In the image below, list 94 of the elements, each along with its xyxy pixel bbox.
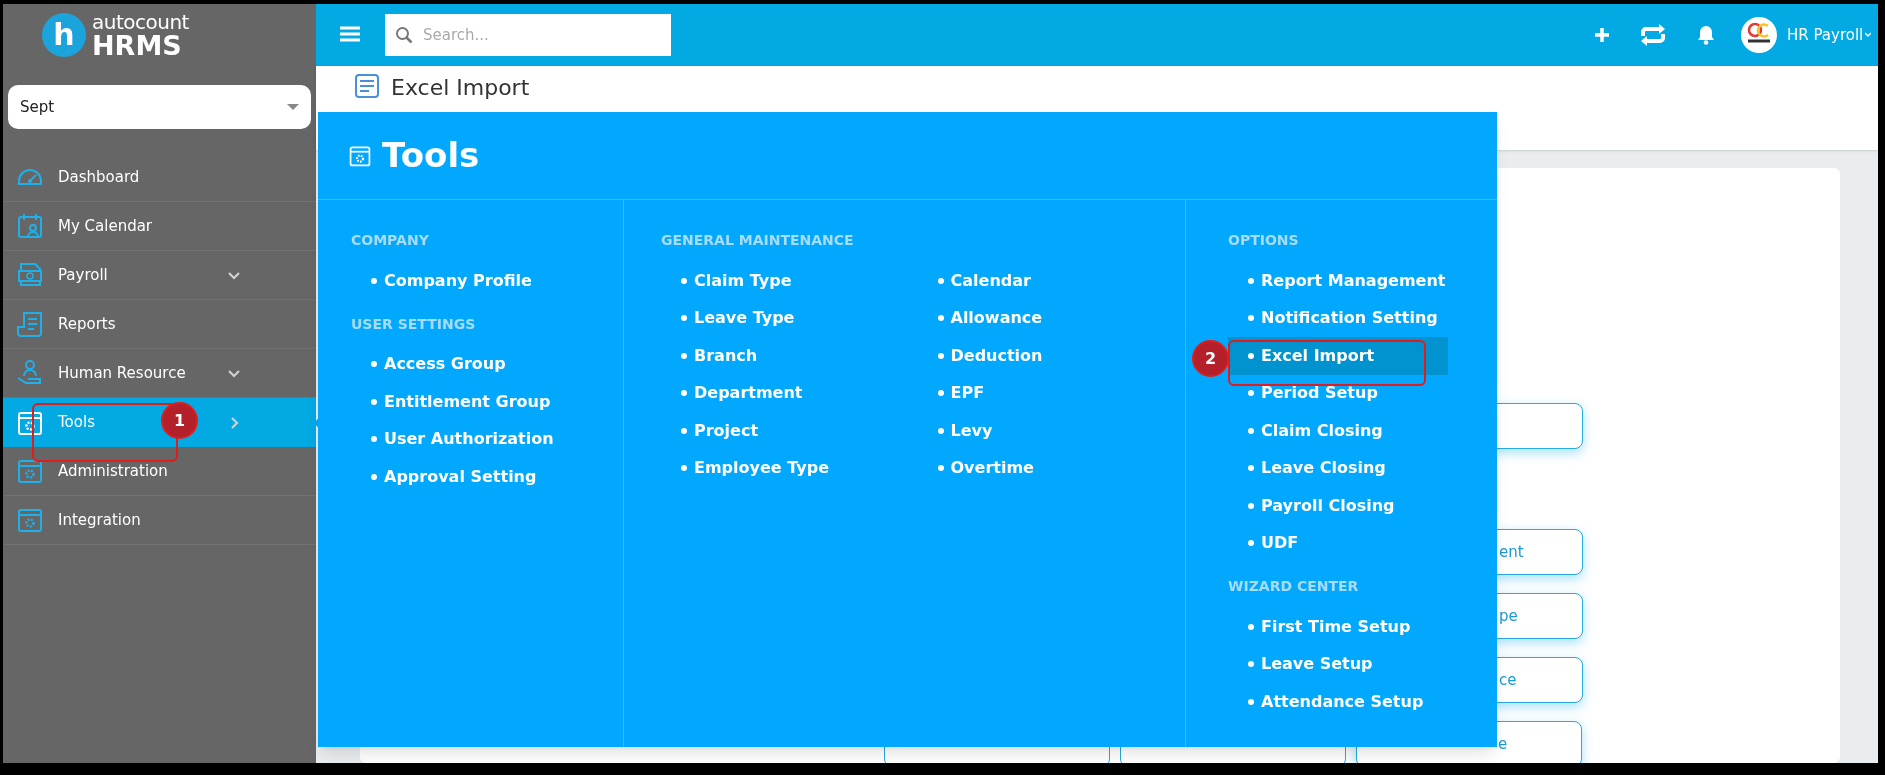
bullet-icon <box>937 277 944 284</box>
menu-link[interactable]: Calendar <box>917 262 1131 300</box>
menu-link[interactable]: Leave Closing <box>1228 449 1448 487</box>
menu-link[interactable]: Attendance Setup <box>1228 683 1448 721</box>
calendar-person-icon <box>16 212 44 240</box>
menu-link[interactable]: Branch <box>661 337 918 375</box>
menu-button[interactable] <box>340 26 362 44</box>
bullet-icon <box>371 473 377 480</box>
bullet-icon <box>1248 315 1254 322</box>
menu-link[interactable]: Allowance <box>917 299 1131 337</box>
menu-link[interactable]: Leave Setup <box>1228 645 1448 683</box>
bullet-icon <box>371 277 377 284</box>
bullet-icon <box>1248 465 1254 472</box>
dropdown-caret-icon <box>287 104 299 110</box>
logo-mark: h <box>42 13 86 57</box>
menu-link[interactable]: Claim Type <box>661 262 918 300</box>
menu-link[interactable]: EPF <box>917 374 1131 412</box>
search-icon <box>395 26 413 44</box>
bullet-icon <box>371 436 377 443</box>
menu-link[interactable]: Entitlement Group <box>351 383 623 421</box>
menu-link[interactable]: Levy <box>917 412 1131 450</box>
notifications-button[interactable] <box>1697 25 1715 45</box>
bullet-icon <box>681 390 687 397</box>
menu-link[interactable]: Deduction <box>917 337 1131 375</box>
bullet-icon <box>1248 502 1254 509</box>
section-heading: OPTIONS <box>1228 231 1300 250</box>
product-name: HRMS <box>92 31 183 59</box>
menu-icon <box>340 26 360 42</box>
search-field[interactable]: Search... <box>385 14 671 56</box>
bullet-icon <box>681 352 687 359</box>
sidebar-item[interactable]: My Calendar <box>3 202 316 251</box>
bullet-icon <box>937 427 944 434</box>
window-gear-icon <box>16 506 44 534</box>
bullet-icon <box>1248 698 1254 705</box>
menu-link[interactable]: Access Group <box>351 345 623 383</box>
sidebar-item[interactable]: Dashboard <box>3 153 316 202</box>
add-button[interactable] <box>1595 28 1609 42</box>
menu-link[interactable]: Period Setup <box>1228 374 1448 412</box>
sidebar-item[interactable]: Administration <box>3 447 316 496</box>
menu-link[interactable]: Claim Closing <box>1228 412 1448 450</box>
repeat-icon <box>1639 23 1667 47</box>
menu-link[interactable]: Leave Type <box>661 299 918 337</box>
bullet-icon <box>1248 277 1254 284</box>
section-heading: WIZARD CENTER <box>1228 577 1360 596</box>
bullet-icon <box>681 465 687 472</box>
period-select[interactable]: Sept <box>8 85 311 129</box>
document-icon <box>16 310 44 338</box>
caret-icon <box>1865 30 1872 40</box>
bullet-icon <box>681 427 687 434</box>
bullet-icon <box>1248 352 1254 359</box>
section-heading: USER SETTINGS <box>351 314 477 334</box>
menu-link[interactable]: Company Profile <box>351 262 623 300</box>
bullet-icon <box>937 352 944 359</box>
menu-link[interactable]: Excel Import <box>1228 337 1448 375</box>
bullet-icon <box>371 361 377 368</box>
menu-link[interactable]: Project <box>661 412 918 450</box>
section-heading: GENERAL MAINTENANCE <box>661 231 855 250</box>
bullet-icon <box>937 390 944 397</box>
user-menu[interactable]: HR Payroll <box>1787 23 1878 47</box>
window-gear-icon <box>16 457 44 485</box>
menu-link[interactable]: Approval Setting <box>351 458 623 496</box>
bullet-icon <box>681 277 687 284</box>
menu-link[interactable]: Payroll Closing <box>1228 487 1448 525</box>
brand-name: autocount <box>92 11 189 32</box>
plus-icon <box>1595 28 1609 42</box>
sync-button[interactable] <box>1639 23 1667 47</box>
bullet-icon <box>681 315 687 322</box>
bullet-icon <box>1248 540 1254 547</box>
bullet-icon <box>1248 390 1254 397</box>
menu-link[interactable]: User Authorization <box>351 420 623 458</box>
page-title: Excel Import <box>391 74 530 102</box>
menu-link[interactable]: UDF <box>1228 524 1448 562</box>
bullet-icon <box>1248 427 1254 434</box>
avatar-icon <box>1741 17 1777 53</box>
sidebar-item[interactable]: Reports <box>3 300 316 349</box>
bullet-icon <box>1248 623 1254 630</box>
bullet-icon <box>937 465 944 472</box>
section-heading: COMPANY <box>351 231 430 250</box>
bullet-icon <box>937 315 944 322</box>
sidebar-item[interactable]: Integration <box>3 496 316 545</box>
menu-link[interactable]: Notification Setting <box>1228 299 1448 337</box>
person-hand-icon <box>16 359 44 387</box>
sidebar-item[interactable]: Payroll <box>3 251 316 300</box>
menu-link[interactable]: First Time Setup <box>1228 608 1448 646</box>
bullet-icon <box>371 398 377 405</box>
menu-title: Tools <box>382 134 480 177</box>
bullet-icon <box>1248 661 1254 668</box>
menu-link[interactable]: Department <box>661 374 918 412</box>
money-icon <box>16 261 44 289</box>
document-icon <box>355 74 379 100</box>
bell-icon <box>1697 25 1715 45</box>
menu-link[interactable]: Employee Type <box>661 449 918 487</box>
menu-link[interactable]: Report Management <box>1228 262 1448 300</box>
menu-link[interactable]: Overtime <box>917 449 1131 487</box>
